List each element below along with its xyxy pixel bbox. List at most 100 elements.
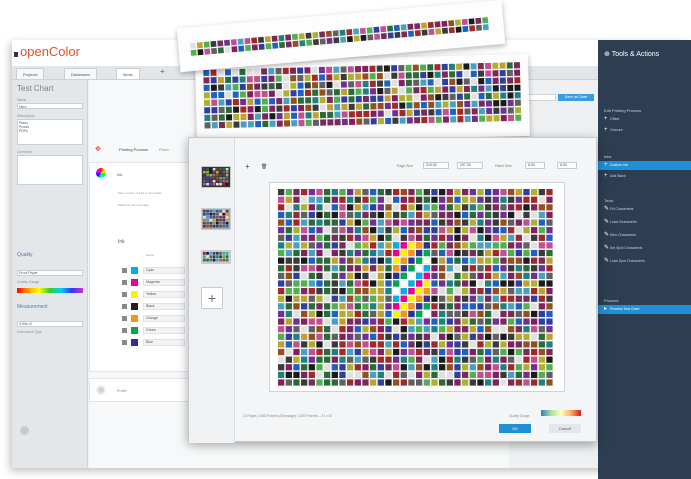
- ink-checkbox[interactable]: [122, 292, 127, 297]
- description-label: Description: [17, 114, 35, 118]
- cancel-button[interactable]: Cancel: [549, 424, 581, 433]
- tools-action-item[interactable]: ✎ Load Characteris: [598, 218, 691, 227]
- dialog-status: 24 Pages | 2048 Patches (Shrinkage) | 12…: [243, 414, 333, 418]
- color-wheel-icon: [96, 168, 106, 178]
- add-icon[interactable]: +: [245, 162, 250, 171]
- ink-swatch: [131, 327, 138, 334]
- trash-icon[interactable]: 🗑: [261, 164, 267, 170]
- tools-action-label: Gravure: [610, 128, 623, 132]
- settings-icon[interactable]: [20, 426, 29, 435]
- patch-height-input[interactable]: 6,00: [557, 162, 577, 169]
- ink-checkbox[interactable]: [122, 304, 127, 309]
- page-height-input[interactable]: 297,00: [457, 162, 483, 169]
- measurement-select[interactable]: i1iSis v2: [17, 321, 83, 327]
- ink-count-description: Max number of inks in composite: [118, 191, 162, 195]
- ink-name[interactable]: Cyan: [143, 267, 185, 274]
- ink-name[interactable]: Blue: [143, 339, 185, 346]
- tools-action-item[interactable]: ✎ Load Spot Characteris: [598, 257, 691, 266]
- profile-card[interactable]: Profile: [89, 378, 203, 402]
- ink-coverage-description: Maximum ink coverage: [118, 203, 149, 207]
- tools-action-item[interactable]: + Custom Ink: [598, 161, 691, 170]
- left-panel: Test Chart Name Hero Description Plans P…: [12, 80, 88, 468]
- plus-icon: +: [604, 127, 608, 133]
- page-thumbnail[interactable]: [201, 250, 231, 264]
- ink-checkbox[interactable]: [122, 280, 127, 285]
- ink-row[interactable]: Orange: [122, 315, 197, 322]
- tools-action-item[interactable]: + Offset: [598, 115, 691, 124]
- quality-gauge-label: Quality Gauge: [17, 280, 40, 284]
- description-field[interactable]: Plans Proofs PDFs: [17, 119, 83, 145]
- tools-action-item[interactable]: ▸ Process Test Chart: [598, 305, 691, 314]
- comment-label: Comment: [17, 150, 33, 154]
- ink-checkbox[interactable]: [122, 328, 127, 333]
- plus-icon: +: [604, 116, 608, 122]
- quality-gauge: [17, 288, 83, 293]
- add-tab-button[interactable]: +: [160, 67, 165, 76]
- app-logo: openColor: [20, 44, 80, 59]
- name-field[interactable]: Hero: [17, 103, 83, 109]
- ok-button[interactable]: OK: [499, 424, 531, 433]
- tools-actions-panel: ⊕ Tools & Actions Edit Printing Process +…: [598, 40, 691, 479]
- tools-action-label: Fill Characteris: [610, 207, 634, 211]
- ink-row[interactable]: Yellow: [122, 291, 197, 298]
- patch-width-input[interactable]: 6,00: [525, 162, 545, 169]
- tools-group-label: Tools: [604, 198, 614, 203]
- add-page-button[interactable]: +: [201, 287, 223, 309]
- ink-swatch: [131, 339, 138, 346]
- ink-row[interactable]: Blue: [122, 339, 197, 346]
- save-as-chart-button[interactable]: Save as Chart: [558, 94, 594, 101]
- comment-field[interactable]: [17, 155, 83, 185]
- ink-card-title[interactable]: Ink: [117, 172, 122, 177]
- pencil-icon: ✎: [604, 245, 610, 251]
- measurement-section: Measurement: [17, 304, 48, 310]
- pencil-icon: ✎: [604, 232, 610, 238]
- page-thumbnail[interactable]: [201, 208, 231, 230]
- dialog-toolbar: + 🗑 Page Size 210,00 297,00 Patch Size 6…: [235, 160, 597, 174]
- ink-checkbox[interactable]: [122, 340, 127, 345]
- tools-action-item[interactable]: ✎ New Characteris: [598, 231, 691, 240]
- tools-action-label: Set Spot Characteris: [610, 246, 643, 250]
- ink-row[interactable]: Black: [122, 303, 197, 310]
- instrument-label: Instrument Type: [17, 330, 43, 334]
- ink-swatch: [131, 279, 138, 286]
- plus-icon: +: [604, 173, 608, 179]
- ink-name[interactable]: Magenta: [143, 279, 185, 286]
- profile-icon: [96, 385, 106, 395]
- name-label: Name: [17, 98, 27, 102]
- tools-action-item[interactable]: ✎ Set Spot Characteris: [598, 244, 691, 253]
- tools-actions-title-text: Tools & Actions: [611, 51, 660, 58]
- pencil-icon: ✎: [604, 219, 610, 225]
- tools-action-label: Load Characteris: [610, 220, 637, 224]
- ink-name[interactable]: Green: [143, 327, 185, 334]
- tools-action-label: Add Black: [610, 174, 626, 178]
- tools-action-item[interactable]: + Add Black: [598, 172, 691, 181]
- ink-swatch: [131, 291, 138, 298]
- pencil-icon: ✎: [604, 258, 610, 264]
- test-chart-preview: [269, 182, 565, 392]
- tab-databases[interactable]: Databases: [64, 68, 98, 79]
- ink-name[interactable]: Orange: [143, 315, 185, 322]
- ink-row[interactable]: Green: [122, 327, 197, 334]
- quality-gauge: [541, 410, 581, 416]
- ink-name[interactable]: Black: [143, 303, 185, 310]
- ink-swatch: [131, 303, 138, 310]
- ink-name[interactable]: Yellow: [143, 291, 185, 298]
- tools-action-item[interactable]: ✎ Fill Characteris: [598, 205, 691, 214]
- tab-items[interactable]: Items: [116, 68, 140, 79]
- ink-checkbox[interactable]: [122, 316, 127, 321]
- ink-row[interactable]: Cyan: [122, 267, 197, 274]
- printed-chart-back-graphic: [203, 62, 522, 129]
- chart-preview-dialog: + + 🗑 Page Size 210,00 297,00 Patch Size…: [188, 137, 597, 443]
- ink-checkbox[interactable]: [122, 268, 127, 273]
- play-icon: ▸: [604, 306, 608, 312]
- printed-chart-back: [195, 53, 530, 145]
- tools-action-item[interactable]: + Gravure: [598, 126, 691, 135]
- ink-row[interactable]: Magenta: [122, 279, 197, 286]
- inks-title: Ink: [118, 239, 125, 245]
- tools-group-label: Edit Printing Process: [604, 108, 642, 113]
- tab-projects[interactable]: Projects: [16, 68, 45, 79]
- page-thumbnail[interactable]: [201, 166, 231, 188]
- patch-size-label: Patch Size: [495, 164, 512, 168]
- quality-select[interactable]: Proof Paper: [17, 270, 83, 276]
- page-width-input[interactable]: 210,00: [423, 162, 449, 169]
